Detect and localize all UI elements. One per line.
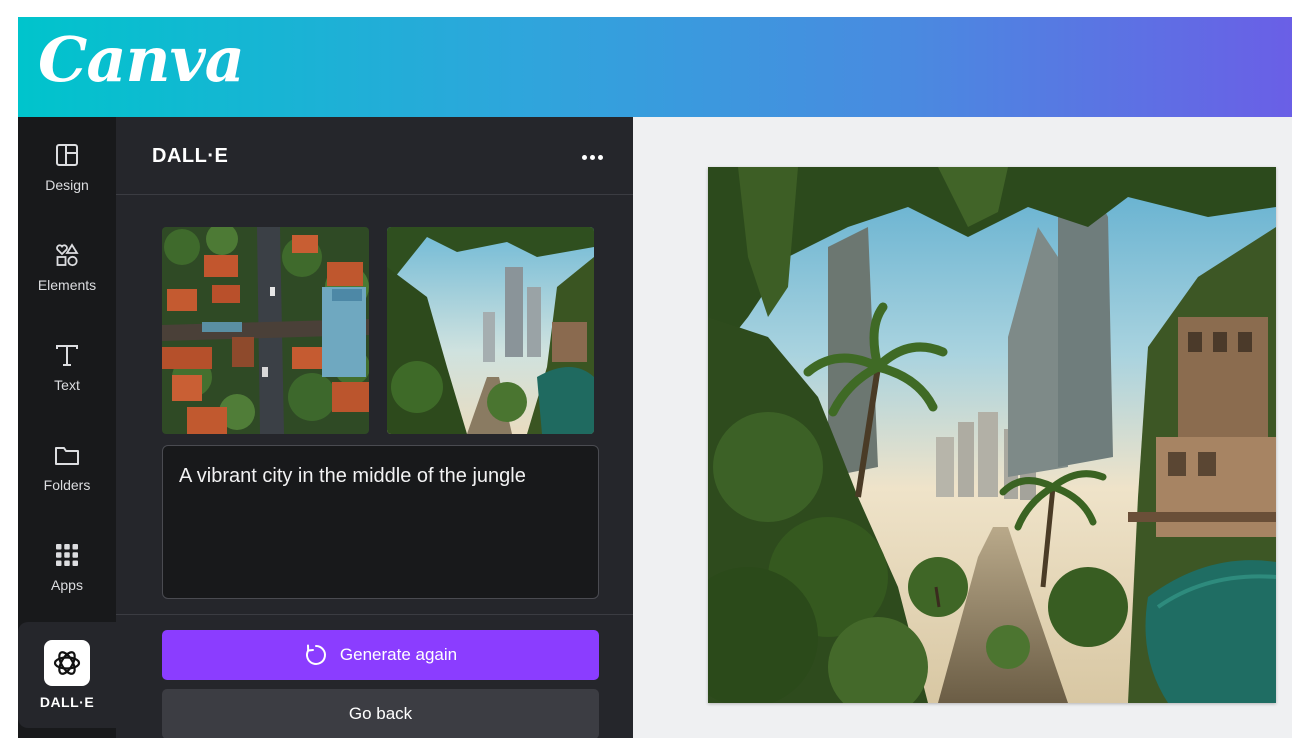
design-canvas[interactable] — [633, 117, 1292, 738]
app-window: Canva Design Elements Text Folders Apps … — [18, 17, 1292, 738]
sidebar-item-text[interactable]: Text — [18, 317, 116, 407]
sidebar-item-folders[interactable]: Folders — [18, 417, 116, 507]
sidebar-item-label: Design — [45, 177, 89, 193]
canvas-image[interactable] — [708, 167, 1276, 703]
app-header: Canva — [18, 17, 1292, 117]
dalle-app-badge — [44, 640, 90, 686]
sidebar-item-apps[interactable]: Apps — [18, 517, 116, 607]
dalle-panel: DALL·E A vibrant city in the middle of t… — [116, 117, 633, 738]
sidebar-item-label: Apps — [51, 577, 83, 593]
go-back-label: Go back — [348, 704, 413, 723]
generate-again-button[interactable]: Generate again — [162, 630, 599, 680]
jungle-city-image — [387, 227, 594, 434]
openai-logo-icon — [53, 651, 81, 675]
apps-grid-icon — [56, 544, 78, 566]
sidebar-item-label: Elements — [37, 277, 97, 293]
sidebar-item-label: Text — [54, 377, 80, 393]
dot-icon — [581, 154, 587, 160]
sidebar-item-label: DALL·E — [39, 694, 95, 710]
side-rail: Design Elements Text Folders Apps DALL·E — [18, 117, 116, 738]
dot-icon — [597, 154, 603, 160]
layout-icon — [56, 144, 78, 166]
canva-logo[interactable]: Canva — [38, 23, 245, 96]
shapes-icon — [56, 243, 79, 267]
sidebar-item-dalle[interactable]: DALL·E — [18, 622, 116, 728]
generate-again-label: Generate again — [339, 645, 458, 664]
generated-image-thumbnail-2[interactable] — [387, 227, 594, 434]
panel-divider — [116, 614, 633, 615]
generated-image-thumbnail-1[interactable] — [162, 227, 369, 434]
panel-divider — [116, 194, 633, 195]
more-options-button[interactable] — [574, 145, 610, 169]
refresh-icon — [305, 644, 326, 665]
aerial-city-image — [162, 227, 369, 434]
panel-title: DALL·E — [152, 145, 229, 167]
dot-icon — [589, 154, 595, 160]
sidebar-item-design[interactable]: Design — [18, 117, 116, 207]
sidebar-item-elements[interactable]: Elements — [18, 217, 116, 307]
go-back-button[interactable]: Go back — [162, 689, 599, 738]
text-t-icon — [56, 345, 78, 366]
prompt-textarea[interactable]: A vibrant city in the middle of the jung… — [162, 445, 599, 599]
jungle-city-main-image — [708, 167, 1276, 703]
folder-icon — [55, 447, 79, 465]
sidebar-item-label: Folders — [43, 477, 91, 493]
